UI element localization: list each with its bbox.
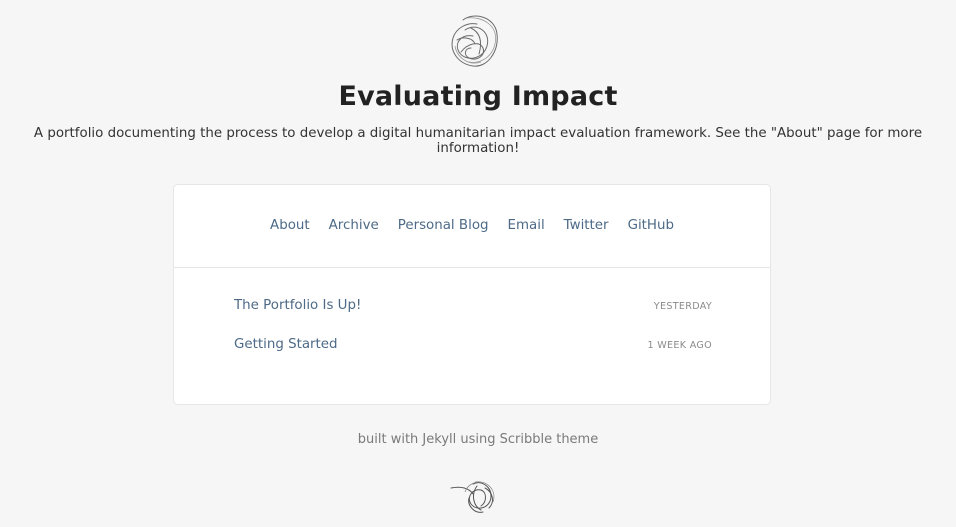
nav-archive-link[interactable]: Archive xyxy=(329,218,379,233)
site-description: A portfolio documenting the process to d… xyxy=(33,126,923,156)
post-list-item: Getting Started 1 WEEK AGO xyxy=(234,337,712,376)
post-date: YESTERDAY xyxy=(653,301,712,312)
page: Evaluating Impact A portfolio documentin… xyxy=(0,0,956,527)
main-nav: About Archive Personal Blog Email Twitte… xyxy=(174,218,770,233)
nav-email-link[interactable]: Email xyxy=(508,218,545,233)
site-title[interactable]: Evaluating Impact xyxy=(0,81,956,112)
content-card: About Archive Personal Blog Email Twitte… xyxy=(173,184,771,405)
scribble-footer-icon[interactable] xyxy=(447,476,501,516)
nav-personal-blog-link[interactable]: Personal Blog xyxy=(398,218,489,233)
nav-twitter-link[interactable]: Twitter xyxy=(564,218,609,233)
post-title-link[interactable]: Getting Started xyxy=(234,337,338,352)
divider xyxy=(174,267,770,268)
post-title-link[interactable]: The Portfolio Is Up! xyxy=(234,298,361,313)
nav-about-link[interactable]: About xyxy=(270,218,310,233)
post-list: The Portfolio Is Up! YESTERDAY Getting S… xyxy=(234,298,712,376)
nav-github-link[interactable]: GitHub xyxy=(628,218,674,233)
scribble-logo-icon[interactable] xyxy=(443,10,505,72)
footer-credit: built with Jekyll using Scribble theme xyxy=(357,432,599,447)
post-date: 1 WEEK AGO xyxy=(647,340,712,351)
post-list-item: The Portfolio Is Up! YESTERDAY xyxy=(234,298,712,337)
